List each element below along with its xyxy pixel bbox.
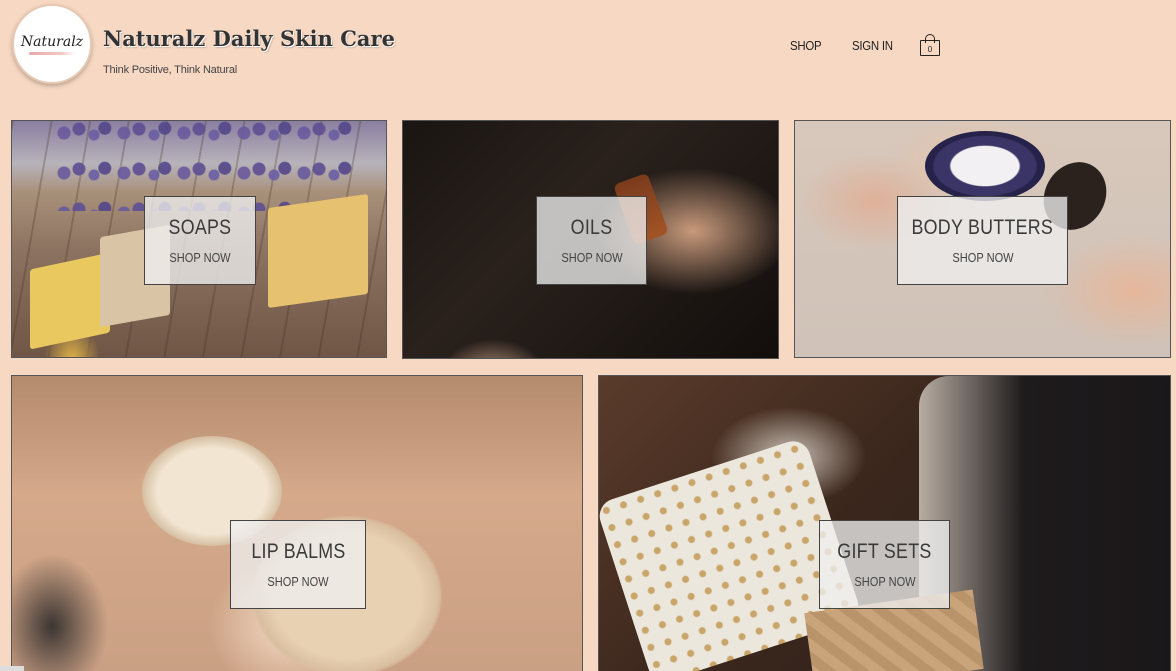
nav-sign-in-link[interactable]: Sign In [852,38,893,53]
shop-now-link[interactable]: Shop Now [952,250,1013,265]
category-label-box[interactable]: Body Butters Shop Now [897,196,1068,285]
cart-bag-body: 0 [919,40,940,56]
cart-count: 0 [927,44,933,54]
soap-bar-decoration [268,193,368,309]
category-tile-lip-balms[interactable]: Lip Balms Shop Now [11,375,583,671]
soap-bar-decoration [30,252,110,350]
main-nav: Shop Sign In 0 [790,34,940,56]
shop-now-link[interactable]: Shop Now [267,574,328,589]
shop-now-link[interactable]: Shop Now [854,574,915,589]
shop-now-link[interactable]: Shop Now [169,250,230,265]
site-title[interactable]: Naturalz Daily Skin Care [103,26,395,51]
category-title: Oils [570,216,613,239]
logo-text: Naturalz [20,33,84,50]
site-header: Naturalz Naturalz Daily Skin Care Think … [0,0,1176,110]
category-tile-body-butters[interactable]: Body Butters Shop Now [794,120,1171,358]
category-tile-soaps[interactable]: Soaps Shop Now [11,120,387,358]
category-label-box[interactable]: Gift Sets Shop Now [819,520,950,609]
category-title: Body Butters [911,216,1054,239]
cart-button[interactable]: 0 [919,34,940,56]
site-logo[interactable]: Naturalz [12,4,92,84]
shop-now-link[interactable]: Shop Now [561,250,622,265]
horizontal-scrollbar[interactable] [0,666,24,671]
nav-shop-link[interactable]: Shop [790,38,822,53]
butter-jar-decoration [925,131,1045,201]
category-tile-gift-sets[interactable]: Gift Sets Shop Now [598,375,1171,671]
category-title: Soaps [168,216,232,239]
category-label-box[interactable]: Soaps Shop Now [144,196,256,285]
logo-swoosh-icon [29,51,75,55]
category-label-box[interactable]: Oils Shop Now [536,196,647,285]
site-tagline: Think Positive, Think Natural [103,64,237,76]
category-tile-oils[interactable]: Oils Shop Now [402,120,779,359]
category-label-box[interactable]: Lip Balms Shop Now [230,520,366,609]
category-title: Gift Sets [837,540,932,563]
category-title: Lip Balms [250,540,346,563]
